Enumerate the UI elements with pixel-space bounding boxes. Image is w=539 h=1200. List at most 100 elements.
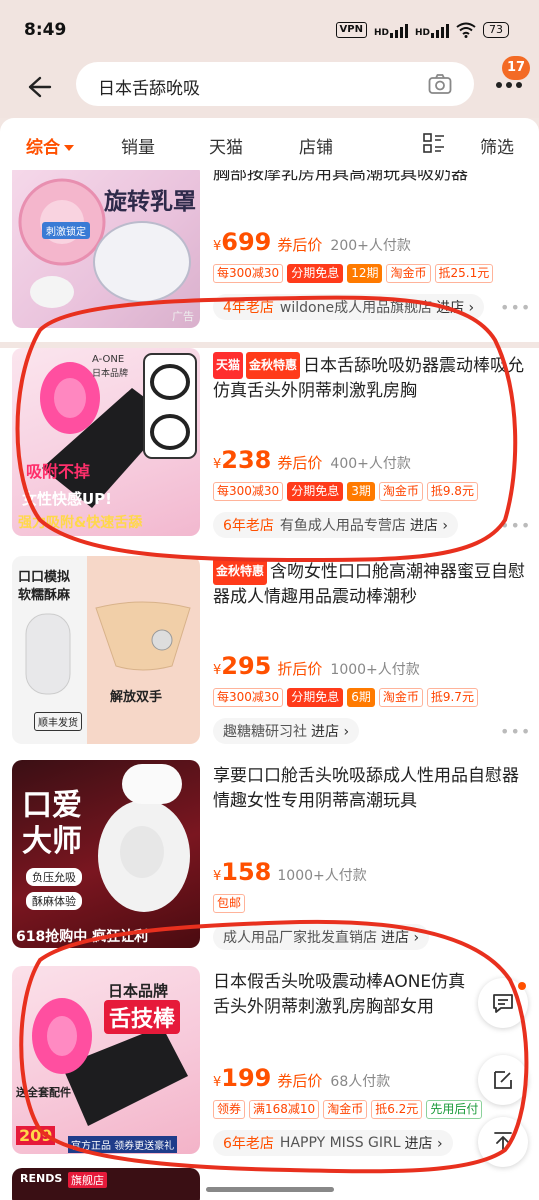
shop-link[interactable]: 4年老店 wildone成人用品旗舰店 进店 › [213,294,485,320]
product-card[interactable]: 日本品牌 舌技棒 送全套配件 209 官方正品 领券更送豪礼 日本假舌头吮吸震动… [0,966,539,1172]
promo-tag: 淘金币 [386,264,431,283]
shop-link[interactable]: 成人用品厂家批发直销店 进店 › [213,924,430,950]
product-card[interactable]: A-ONE 日本品牌 吸附不掉 女性快感UP! 强力吸附&快速舌舔 天猫 金秋特惠… [0,348,539,554]
image-caption: 软糯酥麻 [18,588,71,603]
promo-tag: 6期 [347,688,375,707]
product-title[interactable]: 享要口口舱舌头吮吸舔成人性用品自慰器情趣女性专用阴蒂高潮玩具 [213,764,525,814]
search-header: 日本舌舔吮吸 17 [0,56,539,118]
price: 158 [221,858,272,886]
promo-tags: 包邮 [213,894,246,913]
image-caption: 强力吸附&快速舌舔 [18,515,143,531]
more-options-icon[interactable]: ••• [500,722,531,741]
image-caption: 酥麻体验 [26,892,82,910]
product-title[interactable]: 日本假舌头吮吸震动棒AONE仿真舌头外阴蒂刺激乳房胸部女用 [213,970,481,1020]
product-card[interactable]: 旋转乳罩 刺激锁定 广告 胸部按摩乳房用具高潮玩具吸奶器 ¥ 699 券后价 2… [0,170,539,342]
product-image[interactable]: 日本品牌 舌技棒 送全套配件 209 官方正品 领券更送豪礼 [12,966,200,1154]
currency-symbol: ¥ [213,457,222,472]
product-card[interactable]: 口爱 大师 负压允吸 酥麻体验 618抢购中 疯狂让利 享要口口舱舌头吮吸舔成人… [0,760,539,966]
scroll-top-icon [494,1132,512,1152]
promo-tags: 每300减30 分期免息 3期 淘金币 抵9.8元 [213,482,478,501]
back-arrow-icon[interactable] [26,74,52,100]
tab-comprehensive[interactable]: 综合 [26,133,74,158]
sold-count: 400+人付款 [330,456,411,472]
promo-tags: 每300减30 分期免息 6期 淘金币 抵9.7元 [213,688,478,707]
image-caption: 顺丰发货 [34,712,82,731]
brand-logo: RENDS [20,1172,63,1185]
product-title[interactable]: 金秋特惠 含吻女性口口舱高潮神器蜜豆自慰器成人情趣用品震动棒潮秒 [213,558,525,608]
product-title[interactable]: 胸部按摩乳房用具高潮玩具吸奶器 [213,170,468,187]
image-caption: 吸附不掉 [26,462,91,481]
edit-button[interactable] [478,1055,528,1105]
tab-tmall[interactable]: 天猫 [209,133,243,158]
message-count-badge[interactable]: 17 [502,56,530,80]
sold-count: 1000+人付款 [277,868,367,884]
store-tag: 旗舰店 [68,1172,107,1188]
product-image[interactable]: 旋转乳罩 刺激锁定 广告 [12,170,200,328]
promo-tag: 每300减30 [213,482,284,501]
promo-tag: 领券 [213,1100,246,1119]
price: 199 [221,1064,272,1092]
image-caption: 解放双手 [110,690,163,705]
currency-symbol: ¥ [213,663,222,678]
shop-link[interactable]: 6年老店 有鱼成人用品专营店 进店 › [213,512,458,538]
price-label: 券后价 [277,1072,323,1090]
product-image[interactable]: RENDS 旗舰店 [12,1168,200,1200]
more-options-icon[interactable]: ••• [500,298,531,317]
shop-name: 有鱼成人用品专营店 [279,518,406,534]
price-row: ¥ 699 券后价 200+人付款 [213,228,411,256]
currency-symbol: ¥ [213,1075,222,1090]
signal-icon: HD [374,22,408,38]
more-icon[interactable] [494,80,524,90]
signal-icon-2: HD [415,22,449,38]
chat-icon [493,994,513,1013]
chat-button[interactable] [478,978,528,1028]
price-label: 券后价 [277,236,323,254]
promo-badge: 金秋特惠 [246,352,301,379]
enter-shop: 进店 › [436,300,475,316]
promo-tag: 抵9.8元 [426,482,478,501]
product-card[interactable]: 口口模拟 软糯酥麻 解放双手 顺丰发货 金秋特惠 含吻女性口口舱高潮神器蜜豆自慰器… [0,554,539,760]
camera-icon[interactable] [428,73,452,95]
shop-age: 6年老店 [223,1136,274,1152]
image-caption: 女性快感UP! [22,490,113,508]
hd-label-2: HD [414,28,430,38]
promo-tag: 包邮 [213,894,246,913]
filter-tabs: 综合 销量 天猫 店铺 筛选 [0,118,539,170]
enter-shop: 进店 › [381,930,420,946]
more-options-icon[interactable]: ••• [500,516,531,535]
sold-count: 200+人付款 [330,238,411,254]
product-image[interactable]: A-ONE 日本品牌 吸附不掉 女性快感UP! 强力吸附&快速舌舔 [12,348,200,536]
shop-link[interactable]: 6年老店 HAPPY MISS GIRL 进店 › [213,1130,453,1156]
shop-age: 4年老店 [223,300,274,316]
search-input[interactable]: 日本舌舔吮吸 [76,62,474,106]
caret-down-icon [64,145,74,151]
layout-toggle-icon[interactable] [423,132,445,154]
image-label: 刺激锁定 [42,222,90,239]
shop-name: 趣糖糖研习社 [223,724,307,740]
shop-name: HAPPY MISS GIRL [279,1135,401,1151]
scroll-top-button[interactable] [478,1117,528,1167]
promo-tag: 抵9.7元 [426,688,478,707]
promo-tag: 分期免息 [287,482,344,501]
price-label: 券后价 [277,454,323,472]
tab-filter[interactable]: 筛选 [480,133,514,158]
sold-count: 68人付款 [330,1074,391,1090]
image-caption: 旋转乳罩 [104,189,196,215]
product-card[interactable]: RENDS 旗舰店 [0,1168,539,1200]
product-title[interactable]: 天猫 金秋特惠 日本舌舔吮吸奶器震动棒吸允仿真舌头外阴蒂刺激乳房胸 [213,352,525,402]
search-query[interactable]: 日本舌舔吮吸 [98,74,200,99]
promo-badge: 金秋特惠 [213,558,268,585]
notification-dot [518,982,526,990]
tab-sales[interactable]: 销量 [121,133,155,158]
product-image[interactable]: 口爱 大师 负压允吸 酥麻体验 618抢购中 疯狂让利 [12,760,200,948]
status-bar: 8:49 VPN HD HD 73 [0,0,539,62]
tab-shops[interactable]: 店铺 [299,133,333,158]
promo-tag: 每300减30 [213,264,284,283]
brand-sub: 日本品牌 [92,369,129,379]
price: 295 [221,652,272,680]
price-label: 折后价 [277,660,323,678]
price: 238 [221,446,272,474]
product-image[interactable]: 口口模拟 软糯酥麻 解放双手 顺丰发货 [12,556,200,744]
promo-tag: 每300减30 [213,688,284,707]
shop-link[interactable]: 趣糖糖研习社 进店 › [213,718,360,744]
